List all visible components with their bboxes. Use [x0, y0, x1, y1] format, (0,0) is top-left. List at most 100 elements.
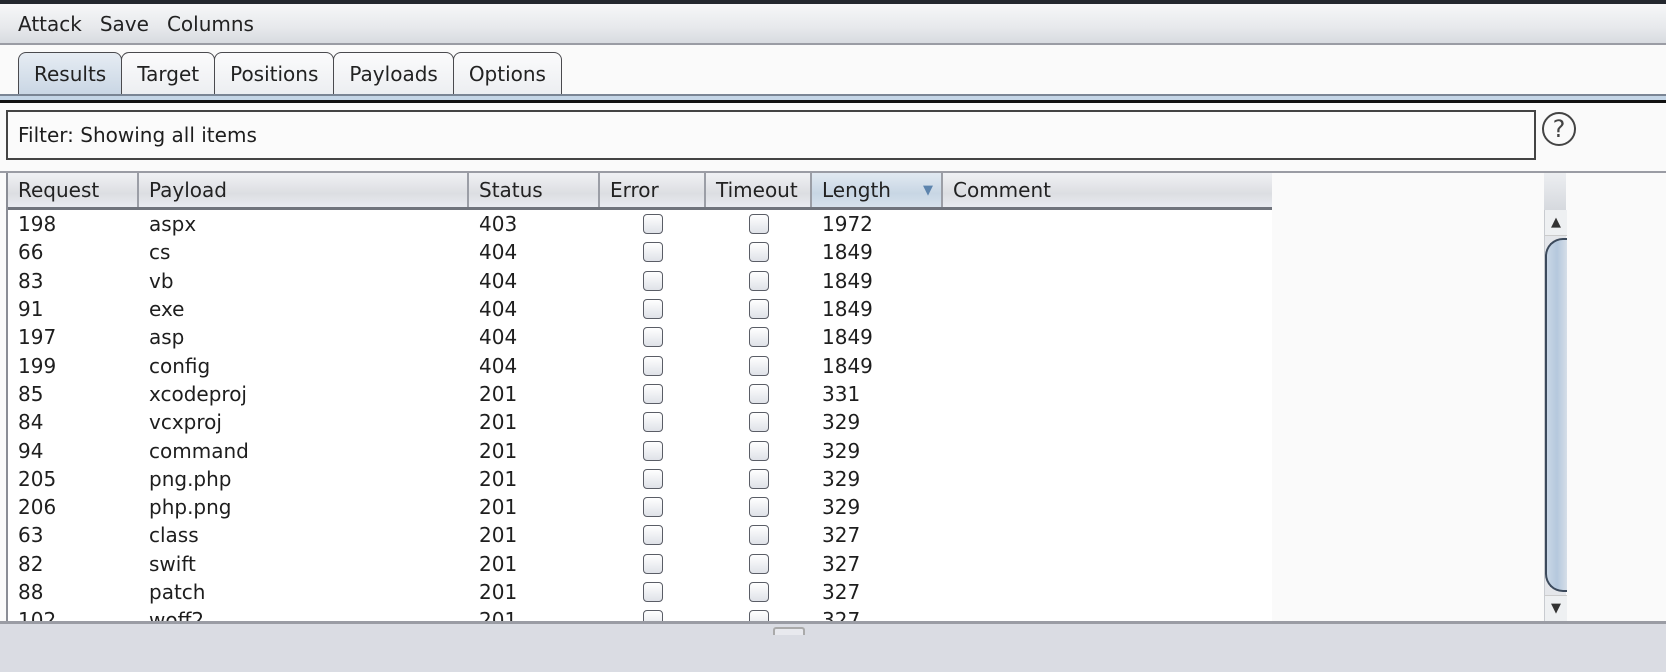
tab-target[interactable]: Target [121, 52, 216, 95]
table-row[interactable]: 88 patch 201 327 [8, 578, 1272, 606]
timeout-checkbox[interactable] [749, 468, 769, 489]
help-icon[interactable]: ? [1542, 112, 1576, 146]
table-row[interactable]: 197 asp 404 1849 [8, 323, 1272, 351]
cell-payload: asp [149, 325, 185, 350]
menu-bar: Attack Save Columns [0, 4, 1666, 45]
timeout-checkbox[interactable] [749, 497, 769, 518]
table-row[interactable]: 205 png.php 201 329 [8, 465, 1272, 493]
vertical-scrollbar[interactable]: ▲ ▼ [1544, 173, 1567, 621]
timeout-checkbox[interactable] [749, 610, 769, 621]
split-pane-handle[interactable] [773, 627, 805, 635]
error-checkbox[interactable] [643, 355, 663, 376]
timeout-checkbox[interactable] [749, 270, 769, 291]
error-checkbox[interactable] [643, 440, 663, 461]
table-row[interactable]: 63 class 201 327 [8, 521, 1272, 549]
error-checkbox[interactable] [643, 412, 663, 433]
cell-status: 403 [479, 212, 518, 237]
column-header-status[interactable]: Status [469, 173, 600, 207]
timeout-checkbox[interactable] [749, 327, 769, 348]
error-checkbox[interactable] [643, 327, 663, 348]
cell-status: 404 [479, 297, 518, 322]
tab-results[interactable]: Results [18, 52, 123, 95]
cell-timeout [706, 497, 812, 518]
column-header-length-label: Length [822, 178, 891, 202]
cell-request: 198 [18, 212, 57, 237]
cell-timeout [706, 582, 812, 602]
tab-payloads[interactable]: Payloads [333, 52, 454, 95]
column-header-length[interactable]: Length ▼ [812, 173, 943, 207]
timeout-checkbox[interactable] [749, 440, 769, 461]
table-row[interactable]: 206 php.png 201 329 [8, 493, 1272, 521]
cell-payload: swift [149, 551, 196, 576]
cell-timeout [706, 270, 812, 291]
timeout-checkbox[interactable] [749, 525, 769, 546]
scroll-down-icon[interactable]: ▼ [1545, 595, 1567, 621]
cell-payload: php.png [149, 495, 232, 520]
timeout-checkbox[interactable] [749, 553, 769, 574]
cell-timeout [706, 327, 812, 348]
error-checkbox[interactable] [643, 553, 663, 574]
table-row[interactable]: 102 woff2 201 327 [8, 606, 1272, 621]
tab-options[interactable]: Options [452, 52, 562, 95]
timeout-checkbox[interactable] [749, 412, 769, 433]
error-checkbox[interactable] [643, 383, 663, 404]
cell-payload: woff2 [149, 608, 205, 621]
column-header-error[interactable]: Error [600, 173, 706, 207]
scrollbar-thumb[interactable] [1545, 238, 1567, 592]
timeout-checkbox[interactable] [749, 383, 769, 404]
table-row[interactable]: 91 exe 404 1849 [8, 295, 1272, 323]
cell-timeout [706, 412, 812, 433]
scroll-up-icon[interactable]: ▲ [1545, 210, 1567, 236]
column-header-payload[interactable]: Payload [139, 173, 469, 207]
timeout-checkbox[interactable] [749, 582, 769, 602]
cell-error [600, 242, 706, 263]
error-checkbox[interactable] [643, 299, 663, 320]
cell-request: 94 [18, 438, 44, 463]
cell-error [600, 270, 706, 291]
timeout-checkbox[interactable] [749, 214, 769, 235]
cell-length: 327 [822, 551, 861, 576]
cell-length: 329 [822, 438, 861, 463]
cell-timeout [706, 299, 812, 320]
filter-bar[interactable]: Filter: Showing all items [6, 110, 1536, 160]
column-header-timeout[interactable]: Timeout [706, 173, 812, 207]
error-checkbox[interactable] [643, 525, 663, 546]
cell-timeout [706, 610, 812, 621]
table-row[interactable]: 82 swift 201 327 [8, 550, 1272, 578]
sort-descending-icon: ▼ [923, 183, 933, 198]
error-checkbox[interactable] [643, 582, 663, 602]
cell-length: 327 [822, 608, 861, 621]
timeout-checkbox[interactable] [749, 355, 769, 376]
table-header: Request Payload Status Error Timeout Len… [8, 173, 1272, 210]
table-row[interactable]: 66 cs 404 1849 [8, 238, 1272, 266]
table-row[interactable]: 199 config 404 1849 [8, 351, 1272, 379]
tab-positions[interactable]: Positions [214, 52, 335, 95]
cell-request: 102 [18, 608, 57, 621]
scrollbar-track[interactable]: ▲ ▼ [1544, 210, 1567, 621]
error-checkbox[interactable] [643, 610, 663, 621]
menu-save[interactable]: Save [100, 12, 149, 36]
error-checkbox[interactable] [643, 270, 663, 291]
table-row[interactable]: 85 xcodeproj 201 331 [8, 380, 1272, 408]
timeout-checkbox[interactable] [749, 242, 769, 263]
cell-payload: cs [149, 240, 171, 265]
error-checkbox[interactable] [643, 468, 663, 489]
menu-columns[interactable]: Columns [167, 12, 254, 36]
error-checkbox[interactable] [643, 242, 663, 263]
table-row[interactable]: 84 vcxproj 201 329 [8, 408, 1272, 436]
table-row[interactable]: 198 aspx 403 1972 [8, 210, 1272, 238]
error-checkbox[interactable] [643, 214, 663, 235]
timeout-checkbox[interactable] [749, 299, 769, 320]
cell-status: 201 [479, 580, 518, 604]
cell-status: 201 [479, 466, 518, 491]
cell-payload: class [149, 523, 199, 548]
menu-attack[interactable]: Attack [18, 12, 82, 36]
table-row[interactable]: 94 command 201 329 [8, 436, 1272, 464]
column-header-request[interactable]: Request [8, 173, 139, 207]
cell-status: 404 [479, 240, 518, 265]
error-checkbox[interactable] [643, 497, 663, 518]
table-row[interactable]: 83 vb 404 1849 [8, 267, 1272, 295]
column-header-comment[interactable]: Comment [943, 173, 1272, 207]
cell-error [600, 582, 706, 602]
cell-request: 85 [18, 381, 44, 406]
